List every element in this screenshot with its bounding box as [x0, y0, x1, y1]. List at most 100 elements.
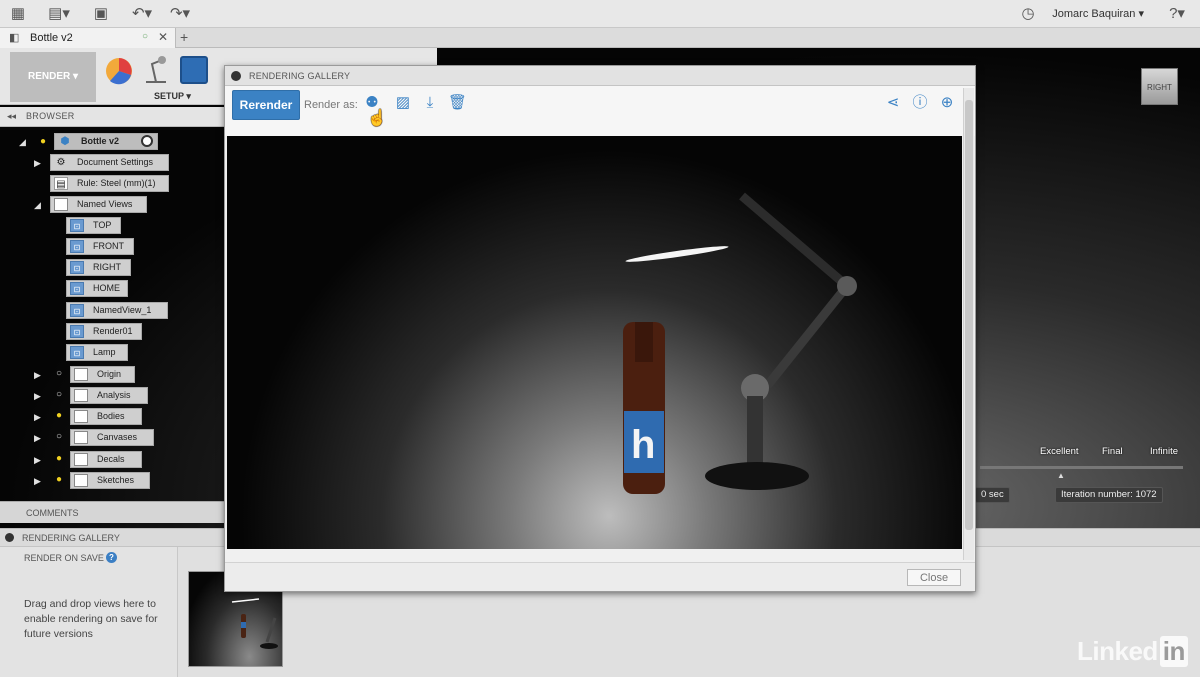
named-view-front[interactable]: ⊡ FRONT — [66, 238, 134, 255]
quality-slider-track[interactable] — [980, 466, 1183, 469]
named-view-label: TOP — [93, 220, 112, 230]
quality-infinite[interactable]: Infinite — [1150, 446, 1178, 457]
named-view-label: FRONT — [93, 241, 124, 251]
folder-icon — [74, 431, 88, 444]
named-view-top[interactable]: ⊡ TOP — [66, 217, 121, 234]
dialog-scrollbar[interactable] — [963, 88, 974, 560]
visibility-bulb-icon[interactable]: ● — [54, 409, 64, 422]
texture-map-icon[interactable] — [180, 56, 208, 84]
tree-expand-arrow[interactable]: ◢ — [19, 136, 29, 148]
zoom-icon[interactable]: ⊕ — [938, 94, 956, 112]
named-view-label: Lamp — [93, 347, 116, 357]
collapse-panel-icon[interactable]: ◂◂ — [7, 111, 16, 122]
named-view-label: NamedView_1 — [93, 305, 152, 315]
user-menu[interactable]: Jomarc Baquiran ▾ — [1052, 7, 1144, 20]
named-view-lamp[interactable]: ⊡ Lamp — [66, 344, 128, 361]
tree-item-rule[interactable]: ▤ Rule: Steel (mm)(1) — [50, 175, 169, 192]
component-icon: ⬢ — [60, 136, 70, 147]
tree-expand-arrow[interactable]: ▶ — [34, 411, 44, 423]
tree-folder-decals[interactable]: Decals — [70, 451, 142, 468]
document-tab-title: Bottle v2 — [30, 32, 73, 44]
dialog-toolbar: Rerender Render as: ⚉ ☝ ▨ ⤓ 🗑 ⋖ ⓘ ⊕ — [225, 86, 975, 136]
tree-expand-arrow[interactable]: ▶ — [34, 369, 44, 381]
collapse-icon[interactable] — [5, 533, 14, 542]
workspace-switcher[interactable]: RENDER ▾ — [10, 52, 96, 102]
camera-view-icon: ⊡ — [70, 282, 84, 295]
dialog-title: RENDERING GALLERY — [249, 71, 351, 81]
tree-folder-label: Decals — [97, 454, 125, 464]
quality-excellent[interactable]: Excellent — [1040, 446, 1079, 457]
download-icon[interactable]: ⤓ — [421, 94, 439, 112]
scene-settings-icon[interactable] — [140, 54, 172, 86]
new-tab-icon[interactable]: + — [180, 29, 188, 45]
render-on-save-label: RENDER ON SAVE — [24, 553, 104, 563]
tree-expand-arrow[interactable]: ◢ — [34, 199, 44, 211]
folder-icon — [74, 410, 88, 423]
tree-folder-canvases[interactable]: Canvases — [70, 429, 154, 446]
info-icon[interactable]: ⓘ — [911, 94, 929, 112]
tree-expand-arrow[interactable]: ▶ — [34, 454, 44, 466]
clock-icon[interactable]: ◷ — [1018, 4, 1038, 24]
watermark-badge: in — [1159, 636, 1188, 667]
named-view-home[interactable]: ⊡ HOME — [66, 280, 128, 297]
rule-icon: ▤ — [54, 177, 68, 190]
quality-final[interactable]: Final — [1102, 446, 1123, 457]
rendering-gallery-title: RENDERING GALLERY — [22, 533, 120, 543]
tree-folder-origin[interactable]: Origin — [70, 366, 135, 383]
named-view-namedview-1[interactable]: ⊡ NamedView_1 — [66, 302, 168, 319]
tree-item-label: Named Views — [77, 199, 133, 209]
cube-icon: ◧ — [9, 32, 20, 44]
named-view-label: HOME — [93, 283, 120, 293]
dialog-title-bar[interactable]: RENDERING GALLERY — [225, 66, 975, 86]
visibility-bulb-icon[interactable]: ○ — [54, 388, 64, 401]
grid-icon[interactable]: ▦ — [8, 4, 28, 24]
file-icon[interactable]: ▤▾ — [46, 4, 72, 24]
scrollbar-thumb[interactable] — [965, 100, 973, 530]
tree-expand-arrow[interactable]: ▶ — [34, 475, 44, 487]
render-as-label: Render as: — [304, 99, 358, 111]
close-tab-icon[interactable]: ✕ — [158, 30, 168, 44]
bottle-decal-letter: h — [631, 423, 655, 467]
collapse-dialog-icon[interactable] — [231, 71, 241, 81]
named-view-render01[interactable]: ⊡ Render01 — [66, 323, 142, 340]
tree-item-named-views[interactable]: Named Views — [50, 196, 147, 213]
quality-slider-thumb[interactable]: ▲ — [1057, 471, 1065, 480]
setup-menu-label[interactable]: SETUP ▾ — [154, 91, 191, 102]
tree-expand-arrow[interactable]: ▶ — [34, 432, 44, 444]
tree-folder-sketches[interactable]: Sketches — [70, 472, 150, 489]
save-icon[interactable]: ▣ — [92, 4, 110, 24]
tree-root-component[interactable]: ⬢ Bottle v2 — [54, 133, 158, 150]
visibility-bulb-icon[interactable]: ● — [54, 473, 64, 486]
viewcube[interactable]: RIGHT — [1141, 68, 1178, 105]
visibility-bulb-icon[interactable]: ● — [54, 452, 64, 465]
tree-expand-arrow[interactable]: ▶ — [34, 390, 44, 402]
gear-icon: ⚙ — [56, 157, 66, 168]
tree-folder-analysis[interactable]: Analysis — [70, 387, 148, 404]
share-icon[interactable]: ⋖ — [884, 94, 902, 112]
visibility-bulb-icon[interactable]: ○ — [54, 430, 64, 443]
help-icon[interactable]: ?▾ — [1164, 4, 1190, 24]
edit-image-icon[interactable]: ▨ — [394, 94, 412, 112]
tree-folder-label: Analysis — [97, 390, 131, 400]
comments-bar[interactable]: COMMENTS — [0, 501, 224, 523]
delete-icon[interactable]: 🗑 — [448, 94, 467, 112]
rendering-gallery-dialog: RENDERING GALLERY Rerender Render as: ⚉ … — [224, 65, 976, 592]
document-tab[interactable]: ◧ Bottle v2 ○ ✕ — [0, 28, 176, 48]
undo-icon[interactable]: ↶▾ — [128, 4, 156, 24]
redo-icon[interactable]: ↷▾ — [166, 4, 194, 24]
tree-folder-bodies[interactable]: Bodies — [70, 408, 142, 425]
comments-title: COMMENTS — [26, 508, 79, 518]
appearance-icon[interactable] — [104, 56, 134, 86]
rendered-image[interactable]: h — [227, 136, 962, 549]
close-button[interactable]: Close — [907, 569, 961, 586]
help-icon[interactable]: ? — [106, 552, 117, 563]
visibility-bulb-icon[interactable]: ● — [38, 135, 48, 148]
activate-radio-icon[interactable] — [141, 135, 153, 147]
named-view-right[interactable]: ⊡ RIGHT — [66, 259, 131, 276]
camera-view-icon: ⊡ — [70, 325, 84, 338]
tree-expand-arrow[interactable]: ▶ — [34, 157, 44, 169]
rerender-button[interactable]: Rerender — [232, 90, 300, 120]
browser-header[interactable]: ◂◂ BROWSER — [0, 107, 224, 127]
visibility-bulb-icon[interactable]: ○ — [54, 367, 64, 380]
tree-item-document-settings[interactable]: ⚙ Document Settings — [50, 154, 169, 171]
